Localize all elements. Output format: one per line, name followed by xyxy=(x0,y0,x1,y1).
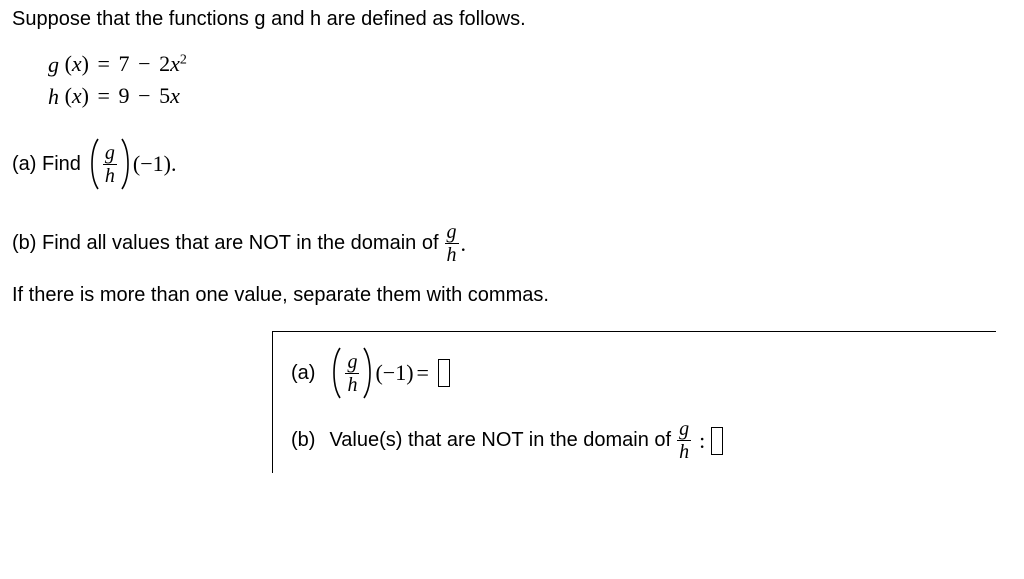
answer-row-a: (a) g h (−1) = xyxy=(285,346,984,400)
open-paren: ( xyxy=(65,51,72,76)
arg-1: 1 xyxy=(153,151,164,177)
num-2: 2 xyxy=(159,51,170,76)
answer-b-input[interactable] xyxy=(711,427,723,455)
arg-close: ) xyxy=(406,360,413,386)
part-a-label: (a) Find xyxy=(12,153,81,176)
close-paren: ) xyxy=(82,83,89,108)
num-7: 7 xyxy=(119,51,130,76)
part-b: (b) Find all values that are NOT in the … xyxy=(12,221,466,266)
arg-close: ) xyxy=(164,151,171,177)
minus: − xyxy=(135,51,153,76)
frac-den: h xyxy=(345,374,359,396)
neg-sign: − xyxy=(140,151,152,177)
frac-num: g xyxy=(445,221,459,243)
arg-1: 1 xyxy=(395,360,406,386)
frac-den: h xyxy=(445,244,459,266)
frac-den: h xyxy=(103,165,117,187)
frac-num: g xyxy=(677,418,691,440)
close-paren: ) xyxy=(82,51,89,76)
var-x: x xyxy=(72,51,82,76)
part-a: (a) Find g h (−1). xyxy=(12,137,1012,191)
fraction-g-over-h: g h xyxy=(103,142,117,187)
frac-den: h xyxy=(677,441,691,463)
open-paren: ( xyxy=(65,83,72,108)
arg-open: ( xyxy=(133,151,140,177)
period: . xyxy=(171,151,177,177)
fn-g: g xyxy=(48,50,59,81)
minus: − xyxy=(135,83,153,108)
definition-g: g (x) = 7 − 2x2 xyxy=(48,49,1012,81)
fraction-g-over-h-ans: g h xyxy=(345,351,359,396)
big-paren-close-icon xyxy=(361,346,375,400)
equals: = xyxy=(95,83,113,108)
answer-b-label: (b) xyxy=(291,429,315,452)
fraction-g-over-h-ansb: g h xyxy=(677,418,691,463)
num-5: 5 xyxy=(159,83,170,108)
follow-up-text: If there is more than one value, separat… xyxy=(12,284,1012,307)
function-definitions: g (x) = 7 − 2x2 h (x) = 9 − 5x xyxy=(48,49,1012,113)
var-x2: x xyxy=(170,51,180,76)
math-problem-page: Suppose that the functions g and h are d… xyxy=(0,0,1024,481)
answer-b-text: Value(s) that are NOT in the domain of xyxy=(329,429,671,452)
big-paren-open-icon xyxy=(87,137,101,191)
answer-a-label: (a) xyxy=(291,362,315,385)
arg-open: ( xyxy=(375,360,382,386)
frac-num: g xyxy=(345,351,359,373)
answer-box: (a) g h (−1) = (b) Value(s) tha xyxy=(272,331,996,473)
fraction-g-over-h-b: g h xyxy=(445,221,459,266)
fn-h: h xyxy=(48,82,59,113)
big-paren-open-icon xyxy=(329,346,343,400)
frac-num: g xyxy=(103,142,117,164)
equals: = xyxy=(95,51,113,76)
big-paren-close-icon xyxy=(119,137,133,191)
period: . xyxy=(461,231,467,257)
intro-text: Suppose that the functions g and h are d… xyxy=(12,8,1012,31)
neg-sign: − xyxy=(383,360,395,386)
var-x: x xyxy=(72,83,82,108)
power-2: 2 xyxy=(180,52,187,67)
answer-row-b: (b) Value(s) that are NOT in the domain … xyxy=(285,418,984,463)
colon: : xyxy=(699,428,705,454)
answer-a-input[interactable] xyxy=(438,359,450,387)
num-9: 9 xyxy=(119,83,130,108)
var-x3: x xyxy=(170,83,180,108)
equals: = xyxy=(414,360,432,386)
definition-h: h (x) = 9 − 5x xyxy=(48,81,1012,113)
part-b-text: (b) Find all values that are NOT in the … xyxy=(12,232,439,255)
